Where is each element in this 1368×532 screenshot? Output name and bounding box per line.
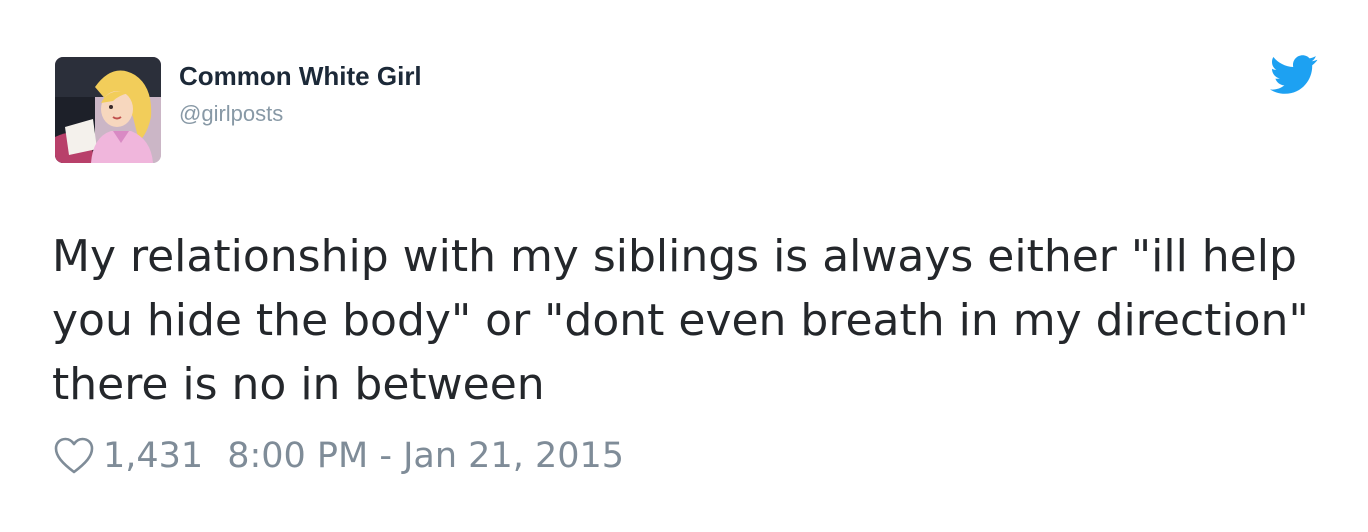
tweet-text: My relationship with my siblings is alwa… — [52, 231, 1309, 410]
avatar[interactable] — [55, 57, 161, 163]
tweet-timestamp[interactable]: 8:00 PM - Jan 21, 2015 — [227, 436, 624, 476]
author-display-name[interactable]: Common White Girl — [179, 61, 422, 92]
like-count[interactable]: 1,431 — [103, 436, 203, 476]
tweet-meta: 1,431 8:00 PM - Jan 21, 2015 — [54, 432, 624, 480]
heart-icon[interactable] — [54, 437, 94, 475]
avatar-illustration — [55, 57, 161, 163]
twitter-bird-icon[interactable] — [1270, 55, 1318, 95]
author-handle[interactable]: @girlposts — [179, 101, 283, 127]
tweet-card: Common White Girl @girlposts My relation… — [0, 0, 1368, 532]
